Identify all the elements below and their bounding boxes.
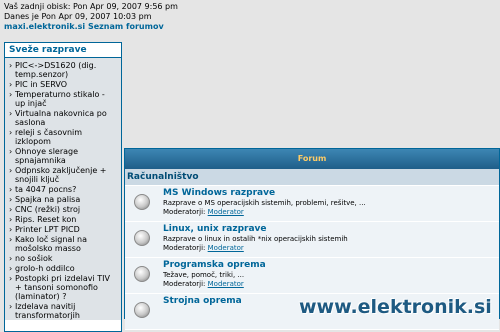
recent-topic-item[interactable]: PIC<->DS1620 (dig. temp.senzor) bbox=[9, 61, 117, 79]
forum-table: Forum Računalništvo MS Windows razprave … bbox=[124, 148, 500, 330]
moderator-link[interactable]: Moderator bbox=[208, 280, 244, 288]
forum-row: Linux, unix razprave Razprave o linux in… bbox=[125, 222, 499, 258]
recent-topic-item[interactable]: Ohnoye slerage spnajamnika bbox=[9, 147, 117, 165]
moderators-label: Moderatorji: bbox=[163, 244, 206, 252]
recent-topic-item[interactable]: ta 4047 pocns? bbox=[9, 185, 117, 194]
forum-description: Razprave o linux in ostalih *nix operaci… bbox=[163, 235, 348, 243]
moderators-label: Moderatorji: bbox=[163, 280, 206, 288]
site-watermark: www.elektronik.si bbox=[299, 296, 492, 318]
forum-status-icon bbox=[134, 302, 150, 318]
forum-moderators: Moderatorji: Moderator bbox=[163, 244, 495, 253]
forum-index-link[interactable]: Seznam forumov bbox=[88, 22, 164, 31]
recent-topics-title: Sveže razprave bbox=[5, 43, 121, 58]
forum-header: Forum bbox=[125, 149, 499, 169]
forum-row: MS Windows razprave Razprave o MS operac… bbox=[125, 186, 499, 222]
last-visit-text: Vaš zadnji obisk: Pon Apr 09, 2007 9:56 … bbox=[4, 2, 178, 11]
recent-topic-item[interactable]: CNC (režki) stroj bbox=[9, 205, 117, 214]
recent-topic-item[interactable]: Kako loč signal na mošolsko masso bbox=[9, 235, 117, 253]
breadcrumb: maxi.elektronik.si Seznam forumov bbox=[4, 22, 178, 32]
forum-status-icon bbox=[134, 230, 150, 246]
forum-status-icon bbox=[134, 194, 150, 210]
forum-description: Težave, pomoč, triki, ... bbox=[163, 271, 245, 279]
forum-moderators: Moderatorji: Moderator bbox=[163, 208, 495, 217]
recent-topic-item[interactable]: Odpnsko zaključenje + snojili ključ bbox=[9, 166, 117, 184]
forum-title-link[interactable]: Linux, unix razprave bbox=[163, 224, 495, 235]
recent-topics-list: PIC<->DS1620 (dig. temp.senzor) PIC in S… bbox=[5, 58, 121, 320]
forum-moderators: Moderatorji: Moderator bbox=[163, 280, 495, 289]
site-link[interactable]: maxi.elektronik.si bbox=[4, 22, 85, 31]
forum-title-link[interactable]: Programska oprema bbox=[163, 260, 495, 271]
recent-topic-item[interactable]: no sošiok bbox=[9, 254, 117, 263]
recent-topic-item[interactable]: PIC in SERVO bbox=[9, 80, 117, 89]
category-title[interactable]: Računalništvo bbox=[125, 169, 499, 186]
recent-topic-item[interactable]: Printer LPT PICD bbox=[9, 225, 117, 234]
visit-info: Vaš zadnji obisk: Pon Apr 09, 2007 9:56 … bbox=[4, 2, 178, 32]
moderator-link[interactable]: Moderator bbox=[208, 208, 244, 216]
recent-topic-item[interactable]: Rips. Reset kon bbox=[9, 215, 117, 224]
forum-row: Programska oprema Težave, pomoč, triki, … bbox=[125, 258, 499, 294]
moderators-label: Moderatorji: bbox=[163, 208, 206, 216]
current-time-text: Danes je Pon Apr 09, 2007 10:03 pm bbox=[4, 12, 152, 21]
recent-topics-panel: Sveže razprave PIC<->DS1620 (dig. temp.s… bbox=[4, 42, 122, 332]
recent-topic-item[interactable]: releji s časovnim izklopom bbox=[9, 128, 117, 146]
recent-topic-item[interactable]: Izdelava navitij transformatorjih bbox=[9, 302, 117, 320]
forum-status-icon bbox=[134, 266, 150, 282]
recent-topic-item[interactable]: Virtualna nakovnica po saslona bbox=[9, 109, 117, 127]
forum-title-link[interactable]: MS Windows razprave bbox=[163, 188, 495, 199]
recent-topic-item[interactable]: Temperaturno stikalo - up injač bbox=[9, 90, 117, 108]
recent-topic-item[interactable]: Spajka na palisa bbox=[9, 195, 117, 204]
recent-topic-item[interactable]: Postopki pri izdelavi TIV + tansoni somo… bbox=[9, 274, 117, 301]
forum-description: Razprave o MS operacijskih sistemih, pro… bbox=[163, 199, 366, 207]
recent-topic-item[interactable]: grolo-h oddilco bbox=[9, 264, 117, 273]
moderator-link[interactable]: Moderator bbox=[208, 244, 244, 252]
